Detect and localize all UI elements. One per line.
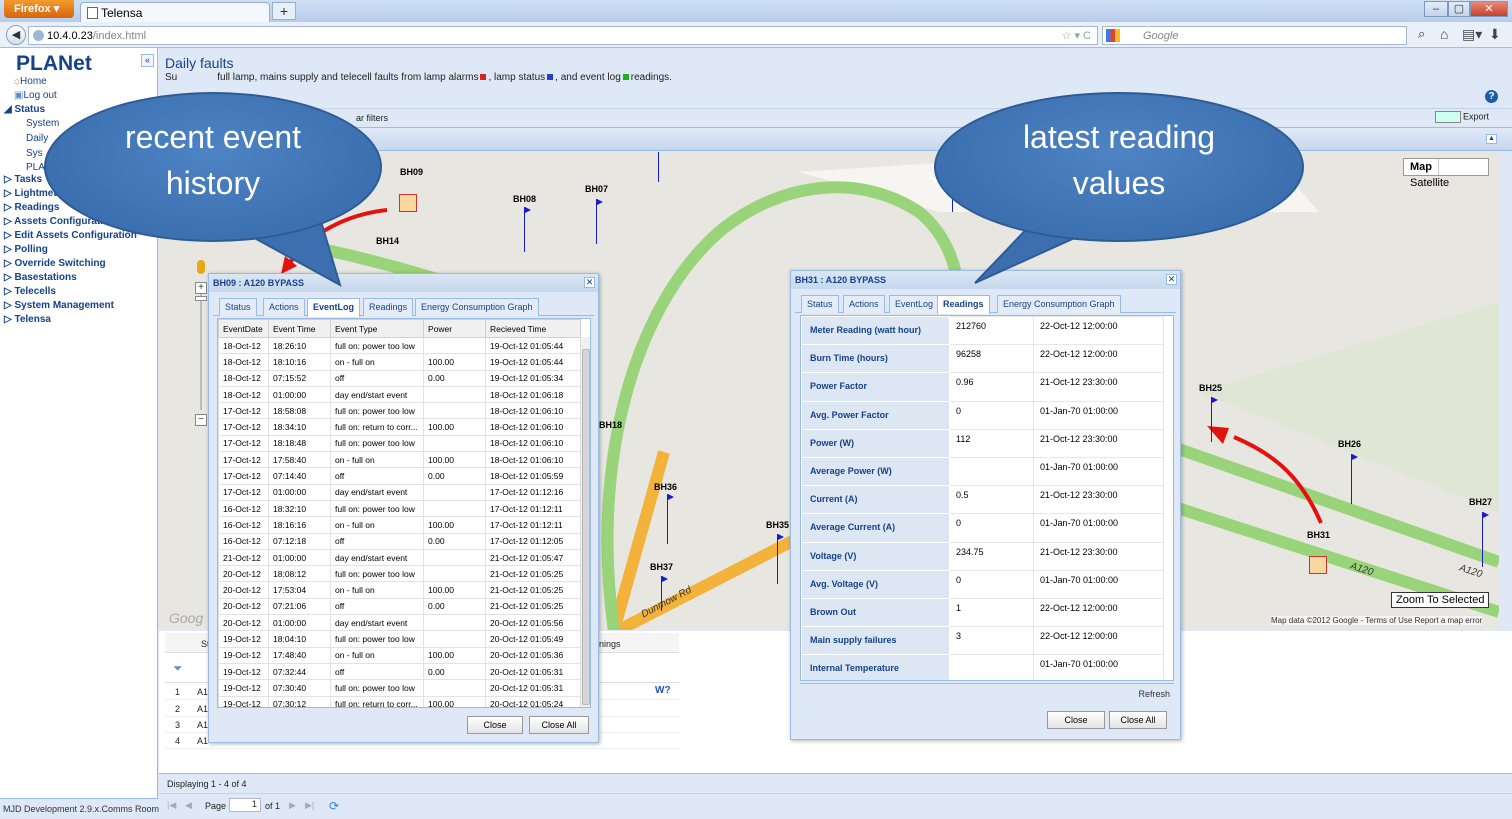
callout-right-line2: values (1072, 165, 1166, 201)
callout-left-line1: recent event (124, 119, 302, 155)
callout-right: latest reading values (934, 92, 1304, 242)
callout-left: recent event history (44, 92, 382, 242)
callout-left-line2: history (165, 165, 261, 201)
callout-right-line1: latest reading (1022, 119, 1216, 155)
